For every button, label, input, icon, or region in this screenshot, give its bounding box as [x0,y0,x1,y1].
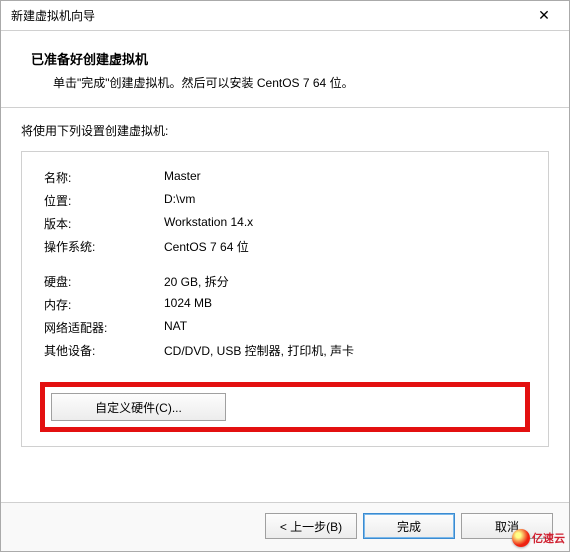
row-value: Master [160,166,530,189]
customize-hardware-button[interactable]: 自定义硬件(C)... [51,393,226,421]
row-label: 硬盘: [40,270,160,293]
custom-hardware-highlight: 自定义硬件(C)... [40,382,530,432]
cancel-button[interactable]: 取消 [461,513,553,539]
row-value: CD/DVD, USB 控制器, 打印机, 声卡 [160,339,530,362]
row-value: D:\vm [160,189,530,212]
close-button[interactable]: ✕ [523,2,565,30]
row-label: 操作系统: [40,235,160,258]
settings-label: 将使用下列设置创建虚拟机: [21,122,549,139]
back-button[interactable]: < 上一步(B) [265,513,357,539]
finish-button[interactable]: 完成 [363,513,455,539]
window-title: 新建虚拟机向导 [11,7,95,24]
close-icon: ✕ [538,7,550,24]
settings-table: 名称: Master 位置: D:\vm 版本: Workstation 14.… [40,166,530,362]
row-label: 版本: [40,212,160,235]
settings-panel: 名称: Master 位置: D:\vm 版本: Workstation 14.… [21,151,549,447]
table-row: 内存: 1024 MB [40,293,530,316]
header-title: 已准备好创建虚拟机 [31,49,539,68]
row-label: 内存: [40,293,160,316]
row-label: 名称: [40,166,160,189]
wizard-window: 新建虚拟机向导 ✕ 已准备好创建虚拟机 单击"完成"创建虚拟机。然后可以安装 C… [0,0,570,552]
wizard-header: 已准备好创建虚拟机 单击"完成"创建虚拟机。然后可以安装 CentOS 7 64… [1,31,569,107]
table-row: 网络适配器: NAT [40,316,530,339]
table-row: 名称: Master [40,166,530,189]
row-value: NAT [160,316,530,339]
content-area: 将使用下列设置创建虚拟机: 名称: Master 位置: D:\vm 版本: W… [1,108,569,502]
row-value: CentOS 7 64 位 [160,235,530,258]
row-value: Workstation 14.x [160,212,530,235]
table-row: 操作系统: CentOS 7 64 位 [40,235,530,258]
table-row: 版本: Workstation 14.x [40,212,530,235]
row-value: 20 GB, 拆分 [160,270,530,293]
titlebar: 新建虚拟机向导 ✕ [1,1,569,31]
header-subtitle: 单击"完成"创建虚拟机。然后可以安装 CentOS 7 64 位。 [31,74,539,91]
row-label: 其他设备: [40,339,160,362]
row-value: 1024 MB [160,293,530,316]
table-row: 位置: D:\vm [40,189,530,212]
wizard-footer: < 上一步(B) 完成 取消 [1,502,569,551]
spacer [40,258,530,270]
table-row: 硬盘: 20 GB, 拆分 [40,270,530,293]
row-label: 网络适配器: [40,316,160,339]
table-row: 其他设备: CD/DVD, USB 控制器, 打印机, 声卡 [40,339,530,362]
row-label: 位置: [40,189,160,212]
